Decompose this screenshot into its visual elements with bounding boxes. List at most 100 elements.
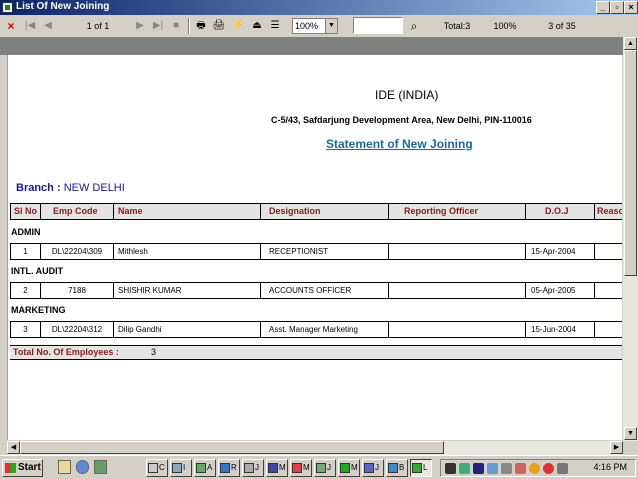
taskbar-item[interactable]: I bbox=[170, 459, 192, 477]
table-row: 2 7188 SHISHIR KUMAR ACCOUNTS OFFICER 05… bbox=[10, 282, 622, 299]
close-window-button[interactable]: × bbox=[624, 1, 638, 14]
quicklaunch-icon[interactable] bbox=[94, 460, 107, 474]
export-icon[interactable]: ⏏ bbox=[250, 18, 264, 34]
search-input[interactable] bbox=[353, 17, 403, 34]
group-heading: ADMIN bbox=[11, 227, 41, 237]
taskbar-item[interactable]: M bbox=[290, 459, 312, 477]
tray-icon[interactable] bbox=[529, 463, 540, 474]
print-icon[interactable]: 🖨 bbox=[212, 18, 226, 34]
tray-icon[interactable] bbox=[459, 463, 470, 474]
branch-label: Branch : bbox=[16, 182, 61, 194]
taskbar-item-label: M bbox=[303, 463, 310, 472]
taskbar-item-label: J bbox=[375, 463, 379, 472]
vertical-scrollbar[interactable]: ▲ ▼ bbox=[623, 37, 638, 441]
minimize-button[interactable]: _ bbox=[596, 1, 610, 14]
officer-cell bbox=[389, 283, 526, 298]
scroll-up-icon[interactable]: ▲ bbox=[624, 37, 637, 50]
name-cell: Dilip Gandhi bbox=[114, 322, 261, 337]
taskbar-item[interactable]: A bbox=[194, 459, 216, 477]
taskbar-item[interactable]: B bbox=[386, 459, 408, 477]
report-title: Statement of New Joining bbox=[326, 137, 473, 151]
tray-icon[interactable] bbox=[445, 463, 456, 474]
taskbar-item[interactable]: J bbox=[314, 459, 336, 477]
print-setup-icon[interactable]: 🖶 bbox=[194, 18, 208, 34]
maximize-button[interactable]: ▫ bbox=[610, 1, 624, 14]
group-heading: INTL. AUDIT bbox=[11, 266, 64, 276]
taskbar-item-label: R bbox=[231, 463, 237, 472]
company-address: C-5/43, Safdarjung Development Area, New… bbox=[271, 115, 532, 125]
group-tree-icon[interactable]: ☰ bbox=[268, 18, 282, 34]
column-header: Reporting Officer bbox=[389, 204, 526, 219]
browser-icon[interactable] bbox=[76, 460, 89, 474]
page-indicator: 1 of 1 bbox=[86, 21, 110, 31]
start-label: Start bbox=[18, 462, 41, 473]
tray-icon[interactable] bbox=[515, 463, 526, 474]
zoom-select[interactable]: 100% ▼ bbox=[292, 18, 338, 34]
column-header: Emp Code bbox=[41, 204, 114, 219]
binoculars-icon[interactable]: ⌕ bbox=[406, 18, 422, 34]
app-icon bbox=[172, 463, 182, 473]
taskbar-item[interactable]: M bbox=[338, 459, 360, 477]
emp-code-cell: DL\22204\312 bbox=[41, 322, 114, 337]
scroll-down-icon[interactable]: ▼ bbox=[624, 427, 637, 440]
start-button[interactable]: Start bbox=[2, 459, 43, 477]
scroll-left-icon[interactable]: ◀ bbox=[7, 441, 20, 454]
tray-icon[interactable] bbox=[501, 463, 512, 474]
record-position: 3 of 35 bbox=[548, 21, 576, 31]
tray-icon[interactable] bbox=[473, 463, 484, 474]
vertical-scroll-thumb[interactable] bbox=[624, 50, 637, 276]
app-icon bbox=[220, 463, 230, 473]
total-row: Total No. Of Employees : 3 bbox=[10, 345, 622, 360]
column-header: Designation bbox=[261, 204, 389, 219]
doj-cell: 15-Apr-2004 bbox=[526, 244, 595, 259]
column-header: D.O.J bbox=[526, 204, 595, 219]
taskbar-item-active[interactable]: L bbox=[410, 459, 432, 477]
scroll-right-icon[interactable]: ▶ bbox=[610, 441, 623, 454]
show-desktop-icon[interactable] bbox=[58, 460, 71, 474]
column-header: Reason bbox=[597, 206, 622, 216]
prev-page-icon[interactable]: ◀ bbox=[42, 18, 54, 34]
group-heading: MARKETING bbox=[11, 305, 66, 315]
close-icon[interactable]: × bbox=[4, 18, 18, 34]
app-icon bbox=[412, 463, 422, 473]
volume-icon[interactable] bbox=[557, 463, 568, 474]
horizontal-scroll-thumb[interactable] bbox=[20, 441, 444, 454]
toolbar: × |◀ ◀ 1 of 1 ▶ ▶| ■ 🖶 🖨 ⚡ ⏏ ☰ 100% ▼ ⌕ … bbox=[0, 15, 638, 37]
system-tray: 4:16 PM bbox=[440, 459, 636, 477]
designation-cell: RECEPTIONIST bbox=[261, 244, 389, 259]
sl-no-cell: 1 bbox=[10, 244, 41, 259]
horizontal-scrollbar[interactable]: ◀ ▶ bbox=[7, 441, 623, 455]
windows-logo-icon bbox=[5, 463, 16, 473]
emp-code-cell: DL\22204\309 bbox=[41, 244, 114, 259]
tray-icon[interactable] bbox=[487, 463, 498, 474]
clock[interactable]: 4:16 PM bbox=[593, 462, 627, 472]
company-name: IDE (INDIA) bbox=[375, 88, 439, 102]
stop-icon[interactable]: ■ bbox=[170, 18, 182, 34]
branch-value: NEW DELHI bbox=[63, 182, 125, 194]
last-page-icon[interactable]: ▶| bbox=[152, 18, 164, 34]
reason-cell bbox=[595, 244, 622, 259]
app-icon bbox=[268, 463, 278, 473]
doj-cell: 15-Jun-2004 bbox=[526, 322, 595, 337]
reason-cell bbox=[595, 283, 622, 298]
taskbar-item[interactable]: C bbox=[146, 459, 168, 477]
taskbar-item-label: M bbox=[351, 463, 358, 472]
table-row: 1 DL\22204\309 Mithlesh RECEPTIONIST 15-… bbox=[10, 243, 622, 260]
designation-cell: ACCOUNTS OFFICER bbox=[261, 283, 389, 298]
chevron-down-icon[interactable]: ▼ bbox=[325, 19, 337, 33]
app-icon bbox=[244, 463, 254, 473]
title-bar[interactable]: List Of New Joining _ ▫ × bbox=[0, 0, 638, 15]
app-icon bbox=[148, 463, 158, 473]
report-page: IDE (INDIA) C-5/43, Safdarjung Developme… bbox=[7, 55, 622, 440]
first-page-icon[interactable]: |◀ bbox=[24, 18, 36, 34]
taskbar-item[interactable]: J bbox=[362, 459, 384, 477]
next-page-icon[interactable]: ▶ bbox=[134, 18, 146, 34]
app-icon bbox=[340, 463, 350, 473]
taskbar-item[interactable]: J bbox=[242, 459, 264, 477]
tray-icon[interactable] bbox=[543, 463, 554, 474]
taskbar-item[interactable]: M bbox=[266, 459, 288, 477]
refresh-icon[interactable]: ⚡ bbox=[232, 18, 244, 34]
app-icon bbox=[2, 2, 13, 13]
report-window: List Of New Joining _ ▫ × × |◀ ◀ 1 of 1 … bbox=[0, 0, 638, 479]
taskbar-item[interactable]: R bbox=[218, 459, 240, 477]
